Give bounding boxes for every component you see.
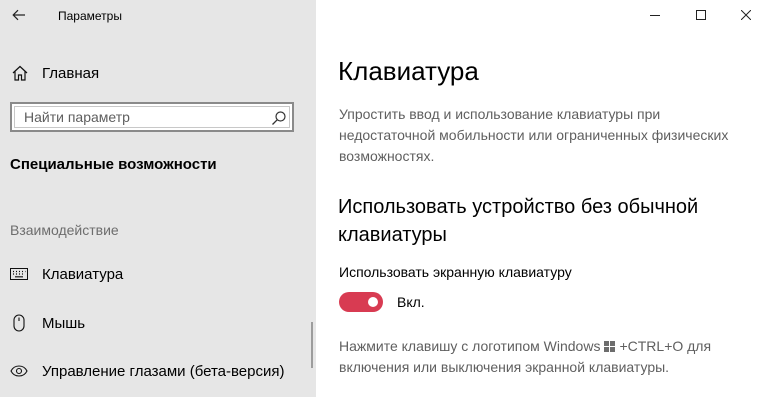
search-input[interactable]: [22, 108, 256, 126]
search-box[interactable]: [10, 102, 294, 132]
mouse-icon: [10, 314, 28, 332]
back-arrow-icon: [12, 9, 25, 21]
close-button[interactable]: [724, 0, 768, 30]
close-icon: [741, 10, 751, 20]
eye-icon: [10, 362, 28, 380]
section-title: Специальные возможности: [10, 156, 217, 173]
on-screen-keyboard-setting: Вкл.: [339, 292, 425, 312]
windows-logo-icon: [604, 341, 616, 352]
shortcut-hint: Нажмите клавишу с логотипом Windows +CTRL…: [339, 336, 749, 378]
window-title: Параметры: [58, 9, 122, 23]
page-description: Упростить ввод и использование клавиатур…: [339, 106, 729, 164]
sidebar-item-label: Мышь: [42, 314, 86, 332]
on-screen-keyboard-label: Использовать экранную клавиатуру: [339, 264, 572, 280]
sidebar-item-label: Клавиатура: [42, 265, 124, 283]
minimize-icon: [650, 15, 660, 16]
section-heading: Использовать устройство без обычной клав…: [338, 196, 699, 246]
toggle-state-label: Вкл.: [397, 294, 425, 310]
sidebar-item-eye-control[interactable]: Управление глазами (бета-версия): [10, 358, 306, 384]
toggle-knob: [368, 297, 378, 307]
page-title: Клавиатура: [338, 56, 479, 86]
home-nav-item[interactable]: Главная: [10, 60, 306, 86]
group-header: Взаимодействие: [10, 222, 119, 238]
maximize-icon: [696, 10, 706, 20]
sidebar-scrollbar[interactable]: [311, 322, 313, 368]
sidebar-item-mouse[interactable]: Мышь: [10, 310, 306, 336]
home-label: Главная: [42, 64, 100, 82]
sidebar-item-label: Управление глазами (бета-версия): [42, 362, 285, 380]
sidebar-item-keyboard[interactable]: Клавиатура: [10, 261, 306, 287]
keyboard-icon: [10, 265, 28, 283]
maximize-button[interactable]: [678, 0, 724, 30]
search-icon[interactable]: [271, 110, 287, 126]
on-screen-keyboard-toggle[interactable]: [339, 292, 383, 312]
back-button[interactable]: [6, 2, 32, 28]
hint-text-before: Нажмите клавишу с логотипом Windows: [339, 338, 601, 354]
minimize-button[interactable]: [632, 0, 678, 30]
home-icon: [10, 63, 30, 83]
